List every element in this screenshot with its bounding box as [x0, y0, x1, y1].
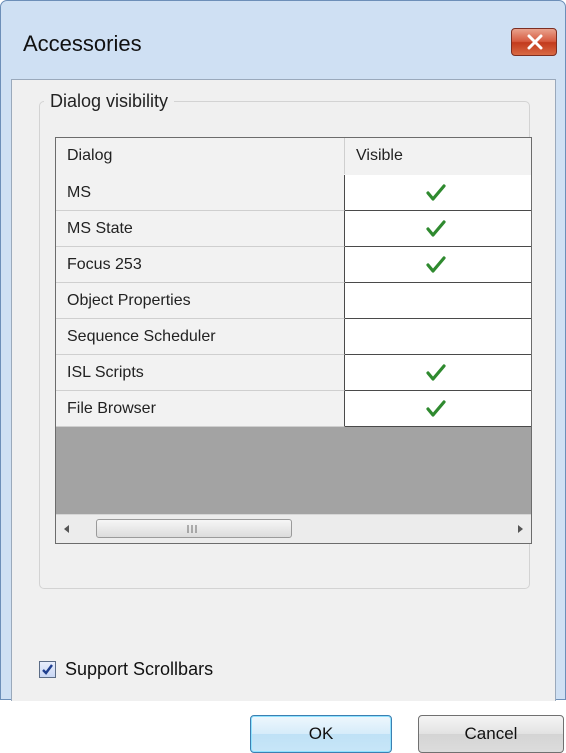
title-bar[interactable]: Accessories	[1, 1, 565, 79]
scrollbar-thumb[interactable]	[96, 519, 292, 538]
dialog-name-cell[interactable]: MS State	[56, 211, 345, 247]
visible-cell[interactable]	[345, 355, 531, 391]
table-row[interactable]: Object Properties	[56, 283, 531, 319]
window-title: Accessories	[23, 31, 142, 56]
support-scrollbars-checkbox[interactable]	[39, 661, 56, 678]
visible-cell[interactable]	[345, 283, 531, 319]
visible-cell[interactable]	[345, 175, 531, 211]
grid-header: Dialog Visible	[56, 138, 531, 176]
green-checkmark-icon	[426, 220, 446, 237]
dialog-visibility-grid: Dialog Visible MS MS State Focus 253 Object…	[55, 137, 532, 544]
visible-cell[interactable]	[345, 319, 531, 355]
visible-cell[interactable]	[345, 247, 531, 283]
group-label: Dialog visibility	[44, 91, 175, 112]
green-checkmark-icon	[426, 256, 446, 273]
checkmark-icon	[42, 664, 53, 675]
dialog-body: Dialog visibility Dialog Visible MS MS St…	[11, 79, 564, 753]
table-row[interactable]: Sequence Scheduler	[56, 319, 531, 355]
close-button[interactable]	[511, 28, 557, 56]
scroll-left-icon	[64, 525, 69, 533]
accessories-dialog: Accessories Dialog visibility Dialog Vis…	[0, 0, 566, 753]
green-checkmark-icon	[426, 400, 446, 417]
table-row[interactable]: MS State	[56, 211, 531, 247]
column-header-dialog[interactable]: Dialog	[56, 138, 345, 174]
dialog-name-cell[interactable]: File Browser	[56, 391, 345, 427]
dialog-name-cell[interactable]: Object Properties	[56, 283, 345, 319]
dialog-name-cell[interactable]: Sequence Scheduler	[56, 319, 345, 355]
dialog-name-cell[interactable]: Focus 253	[56, 247, 345, 283]
support-scrollbars-label[interactable]: Support Scrollbars	[65, 659, 213, 680]
green-checkmark-icon	[426, 184, 446, 201]
table-row[interactable]: MS	[56, 175, 531, 211]
scroll-right-icon	[518, 525, 523, 533]
scroll-right-arrow[interactable]	[509, 515, 531, 543]
green-checkmark-icon	[426, 364, 446, 381]
table-row[interactable]: ISL Scripts	[56, 355, 531, 391]
table-row[interactable]: File Browser	[56, 391, 531, 427]
ok-button[interactable]: OK	[250, 715, 392, 753]
visible-cell[interactable]	[345, 391, 531, 427]
horizontal-scrollbar[interactable]	[56, 514, 531, 543]
grip-icon	[187, 525, 197, 533]
dialog-name-cell[interactable]: ISL Scripts	[56, 355, 345, 391]
cancel-button[interactable]: Cancel	[418, 715, 564, 753]
visible-cell[interactable]	[345, 211, 531, 247]
scroll-left-arrow[interactable]	[56, 515, 78, 543]
dialog-name-cell[interactable]: MS	[56, 175, 345, 211]
column-header-visible[interactable]: Visible	[345, 138, 531, 174]
table-row[interactable]: Focus 253	[56, 247, 531, 283]
close-icon	[527, 34, 543, 50]
